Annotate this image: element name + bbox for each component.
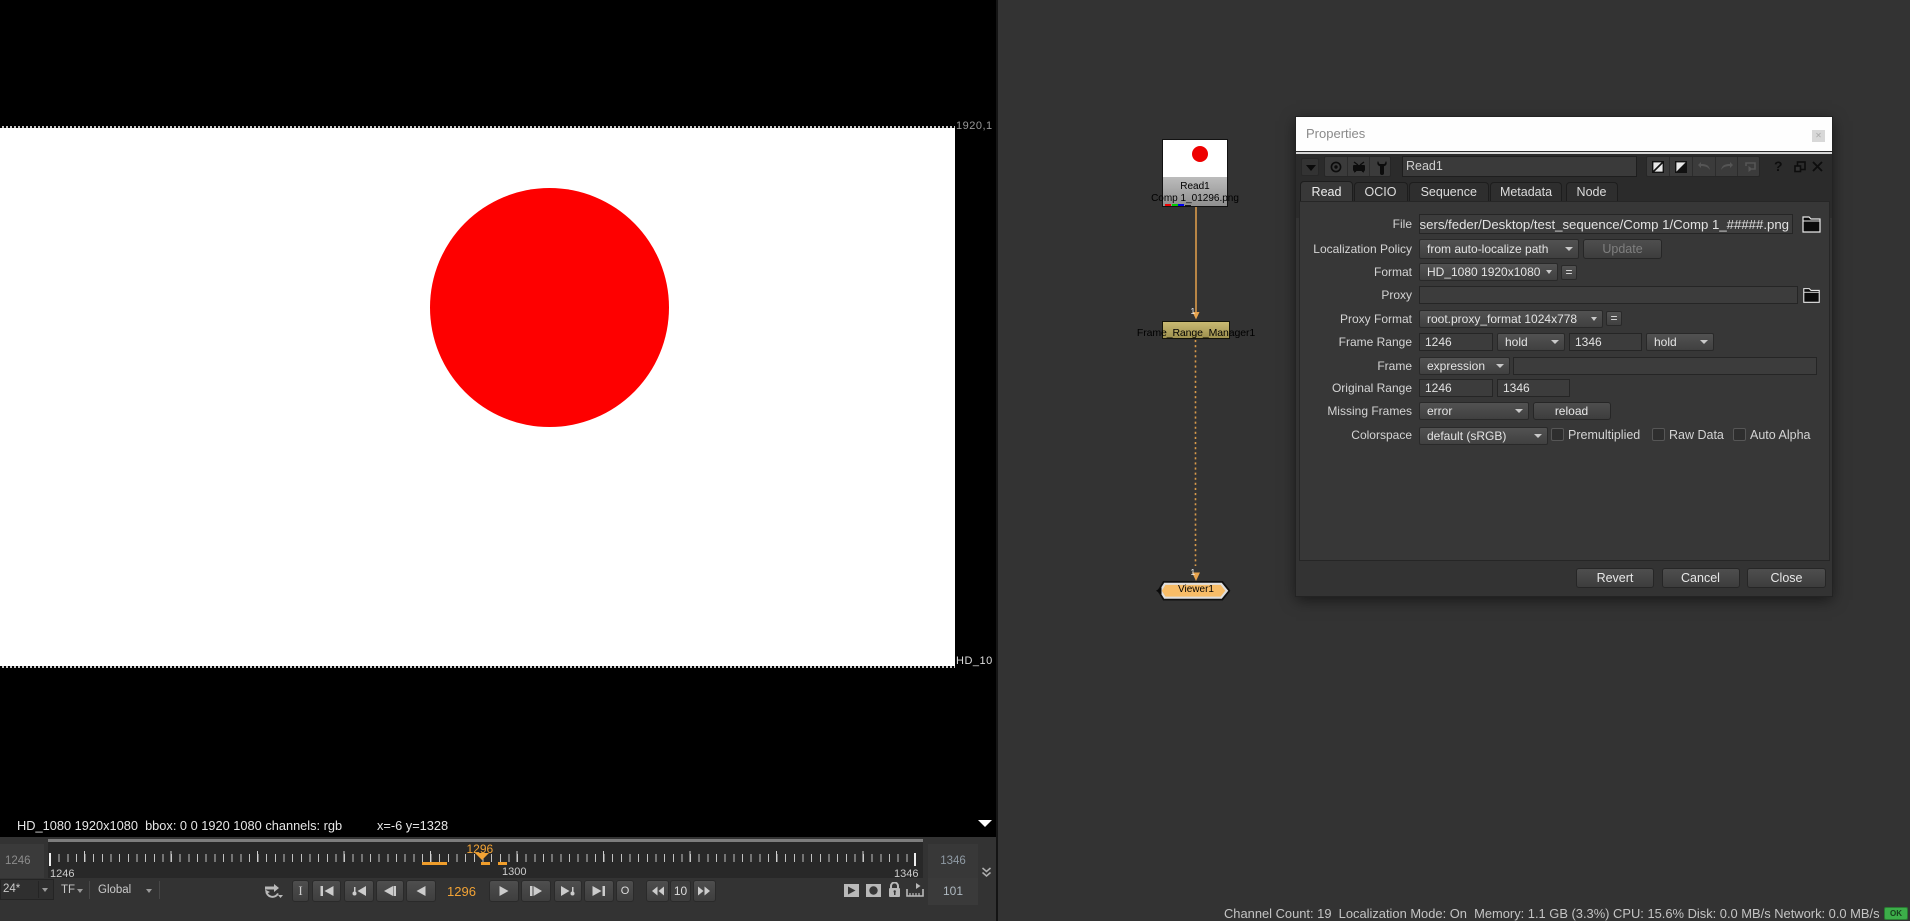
svg-text:1: 1: [1191, 567, 1196, 577]
svg-text:1: 1: [1191, 306, 1196, 316]
